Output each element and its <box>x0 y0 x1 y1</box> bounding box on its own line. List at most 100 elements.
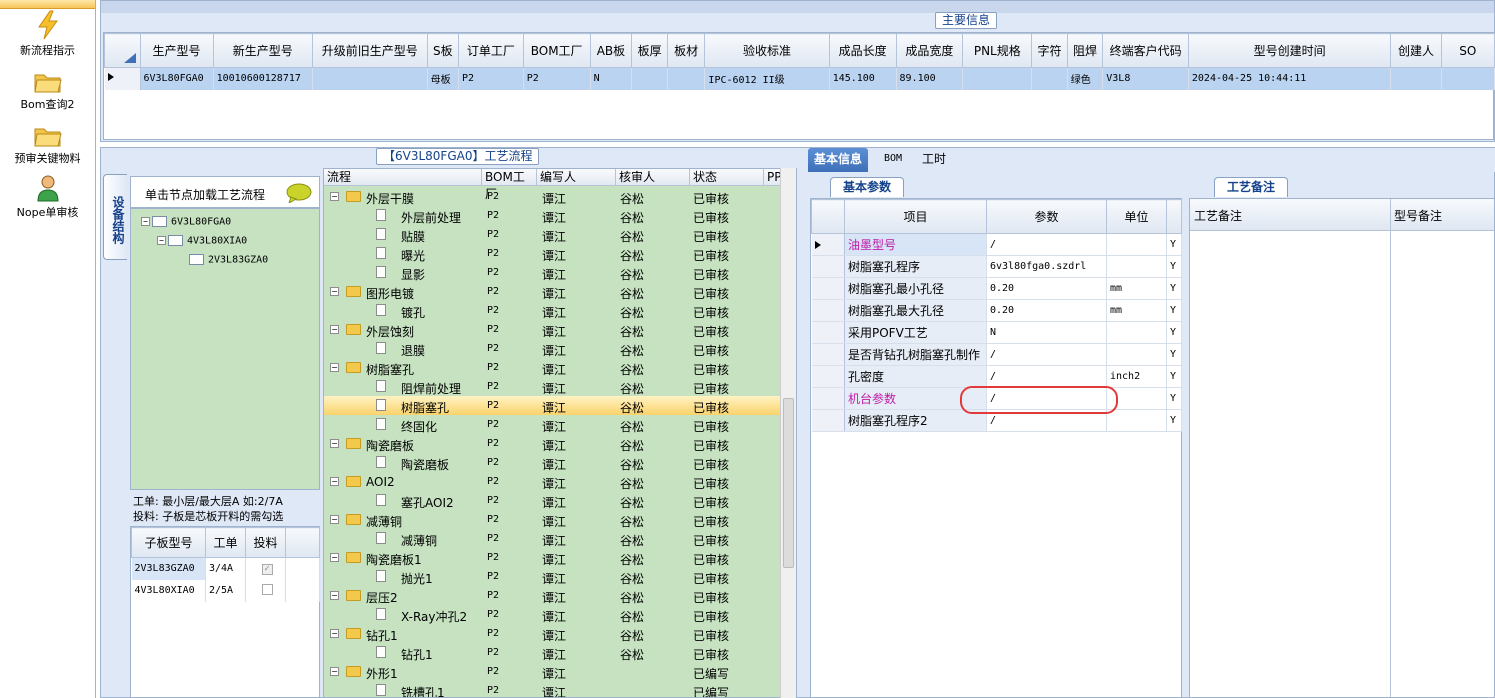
param-row[interactable]: 采用POFV工艺 N Y <box>811 321 1182 344</box>
collapse-icon[interactable]: − <box>330 325 339 334</box>
tab-device-structure[interactable]: 设备结构 <box>103 174 127 260</box>
collapse-icon[interactable]: − <box>330 553 339 562</box>
column-header[interactable]: 新生产型号 <box>212 33 313 68</box>
param-row[interactable]: 孔密度 / inch2 Y <box>811 365 1182 388</box>
process-row[interactable]: 显影 P2 谭江 谷松 已审核 <box>324 263 782 282</box>
process-row[interactable]: − 外形1 P2 谭江 已编写 <box>324 662 782 681</box>
sidebar-item-bom-query[interactable]: Bom查询2 <box>0 70 95 112</box>
process-row[interactable]: 镀孔 P2 谭江 谷松 已审核 <box>324 301 782 320</box>
process-row[interactable]: 退膜 P2 谭江 谷松 已审核 <box>324 339 782 358</box>
process-row[interactable]: 树脂塞孔 P2 谭江 谷松 已审核 <box>324 396 782 415</box>
param-row[interactable]: 油墨型号 / Y <box>811 233 1182 256</box>
tree-node-root[interactable]: − 6V3L80FGA0 <box>141 216 231 228</box>
column-header[interactable]: 型号创建时间 <box>1187 33 1392 68</box>
cell-value[interactable]: 6v3l80fga0.szdrl <box>986 255 1107 278</box>
column-header[interactable]: 升级前旧生产型号 <box>311 33 428 68</box>
column-header[interactable]: 参数 <box>986 199 1107 234</box>
tab-process-notes[interactable]: 工艺备注 <box>1214 177 1289 197</box>
process-row[interactable]: − 陶瓷磨板1 P2 谭江 谷松 已审核 <box>324 548 782 567</box>
column-header[interactable]: 阻焊 <box>1066 33 1104 68</box>
collapse-icon[interactable]: − <box>330 591 339 600</box>
tree-node-grandchild[interactable]: 2V3L83GZA0 <box>189 254 268 266</box>
feed-checkbox[interactable] <box>245 579 286 602</box>
process-row[interactable]: 阻焊前处理 P2 谭江 谷松 已审核 <box>324 377 782 396</box>
process-row[interactable]: − 树脂塞孔 P2 谭江 谷松 已审核 <box>324 358 782 377</box>
column-header[interactable]: AB板 <box>589 33 633 68</box>
process-row[interactable]: 铣槽孔1 P2 谭江 已编写 <box>324 681 782 697</box>
cell-value[interactable]: / <box>986 343 1107 366</box>
column-header[interactable]: 验收标准 <box>704 33 830 68</box>
cell-value[interactable]: 0.20 <box>986 277 1107 300</box>
column-header[interactable]: SO <box>1440 33 1495 68</box>
process-row[interactable]: − 外层干膜 P2 谭江 谷松 已审核 <box>324 187 782 206</box>
speech-bubble-icon[interactable] <box>286 183 312 203</box>
feed-checkbox[interactable]: ✓ <box>245 557 286 580</box>
cell-value[interactable]: / <box>986 365 1107 388</box>
sidebar-item-nope-review[interactable]: Nope单审核 <box>0 174 95 220</box>
column-header[interactable]: S板 <box>426 33 460 68</box>
process-row[interactable]: − 图形电镀 P2 谭江 谷松 已审核 <box>324 282 782 301</box>
process-row[interactable]: − 陶瓷磨板 P2 谭江 谷松 已审核 <box>324 434 782 453</box>
process-row[interactable]: 抛光1 P2 谭江 谷松 已审核 <box>324 567 782 586</box>
collapse-icon[interactable]: − <box>330 515 339 524</box>
sidebar-item-new-flow[interactable]: 新流程指示 <box>0 10 95 58</box>
process-row[interactable]: 减薄铜 P2 谭江 谷松 已审核 <box>324 529 782 548</box>
column-header[interactable]: 项目 <box>844 199 987 234</box>
scrollbar-thumb[interactable] <box>783 398 794 568</box>
process-row[interactable]: 贴膜 P2 谭江 谷松 已审核 <box>324 225 782 244</box>
column-header[interactable]: 订单工厂 <box>458 33 524 68</box>
column-header[interactable]: 流程 <box>324 169 482 186</box>
cell-value[interactable]: N <box>986 321 1107 344</box>
column-header[interactable]: 生产型号 <box>139 33 214 68</box>
cell-value[interactable]: 0.20 <box>986 299 1107 322</box>
model-notes-column-header[interactable]: 型号备注 <box>1394 207 1442 224</box>
process-row[interactable]: − 减薄铜 P2 谭江 谷松 已审核 <box>324 510 782 529</box>
process-row[interactable]: 塞孔AOI2 P2 谭江 谷松 已审核 <box>324 491 782 510</box>
table-row[interactable]: 4V3L80XIA0 2/5A <box>131 579 320 602</box>
process-row[interactable]: 钻孔1 P2 谭江 谷松 已审核 <box>324 643 782 662</box>
table-row[interactable]: 2V3L83GZA0 3/4A ✓ <box>131 557 320 580</box>
process-row[interactable]: − 外层蚀刻 P2 谭江 谷松 已审核 <box>324 320 782 339</box>
process-row[interactable]: − 层压2 P2 谭江 谷松 已审核 <box>324 586 782 605</box>
column-header[interactable]: 子板型号 <box>131 527 206 558</box>
cell-value[interactable]: / <box>986 233 1107 256</box>
tab-bom[interactable]: BOM <box>878 148 908 172</box>
tab-basic-info[interactable]: 基本信息 <box>808 148 869 172</box>
process-row[interactable]: − 钻孔1 P2 谭江 谷松 已审核 <box>324 624 782 643</box>
column-header[interactable]: 核审人 <box>616 169 690 186</box>
column-header[interactable]: 终端客户代码 <box>1102 33 1189 68</box>
notes-column-header[interactable]: 工艺备注 <box>1194 207 1242 224</box>
param-row[interactable]: 树脂塞孔程序 6v3l80fga0.szdrl Y <box>811 255 1182 278</box>
column-header[interactable]: BOM工厂 <box>522 33 591 68</box>
param-row[interactable]: 树脂塞孔最小孔径 0.20 mm Y <box>811 277 1182 300</box>
process-row[interactable]: − AOI2 P2 谭江 谷松 已审核 <box>324 472 782 491</box>
column-header[interactable]: 字符 <box>1031 33 1068 68</box>
collapse-icon[interactable]: − <box>330 439 339 448</box>
process-row[interactable]: 曝光 P2 谭江 谷松 已审核 <box>324 244 782 263</box>
process-row[interactable]: 终固化 P2 谭江 谷松 已审核 <box>324 415 782 434</box>
process-row[interactable]: 外层前处理 P2 谭江 谷松 已审核 <box>324 206 782 225</box>
column-header[interactable]: 投料 <box>245 527 286 558</box>
column-header[interactable]: 板材 <box>666 33 706 68</box>
sidebar-item-pre-review[interactable]: 预审关键物料 <box>0 124 95 166</box>
collapse-icon[interactable]: − <box>330 477 339 486</box>
process-row[interactable]: 陶瓷磨板 P2 谭江 谷松 已审核 <box>324 453 782 472</box>
process-notes-textarea[interactable] <box>1192 232 1388 692</box>
column-header[interactable]: 工单 <box>205 527 246 558</box>
column-header[interactable]: 创建人 <box>1390 33 1442 68</box>
tab-work-hours[interactable]: 工时 <box>916 148 952 172</box>
collapse-icon[interactable]: − <box>330 287 339 296</box>
tree-node-child[interactable]: − 4V3L80XIA0 <box>157 235 247 247</box>
collapse-icon[interactable]: − <box>330 667 339 676</box>
column-header[interactable]: PNL规格 <box>962 33 1033 68</box>
model-notes-textarea[interactable] <box>1392 232 1492 692</box>
column-header[interactable]: 成品长度 <box>828 33 897 68</box>
collapse-icon[interactable]: − <box>157 236 166 245</box>
table-row[interactable]: 6V3L80FGA0 10010600128717 母板 P2 P2 N IPC-6012 … <box>104 67 1495 90</box>
column-header[interactable]: 单位 <box>1106 199 1167 234</box>
tab-basic-params[interactable]: 基本参数 <box>830 177 905 197</box>
collapse-icon[interactable]: − <box>330 629 339 638</box>
column-header[interactable]: 板厚 <box>631 33 668 68</box>
collapse-icon[interactable]: − <box>330 363 339 372</box>
column-header[interactable]: 状态 <box>690 169 764 186</box>
